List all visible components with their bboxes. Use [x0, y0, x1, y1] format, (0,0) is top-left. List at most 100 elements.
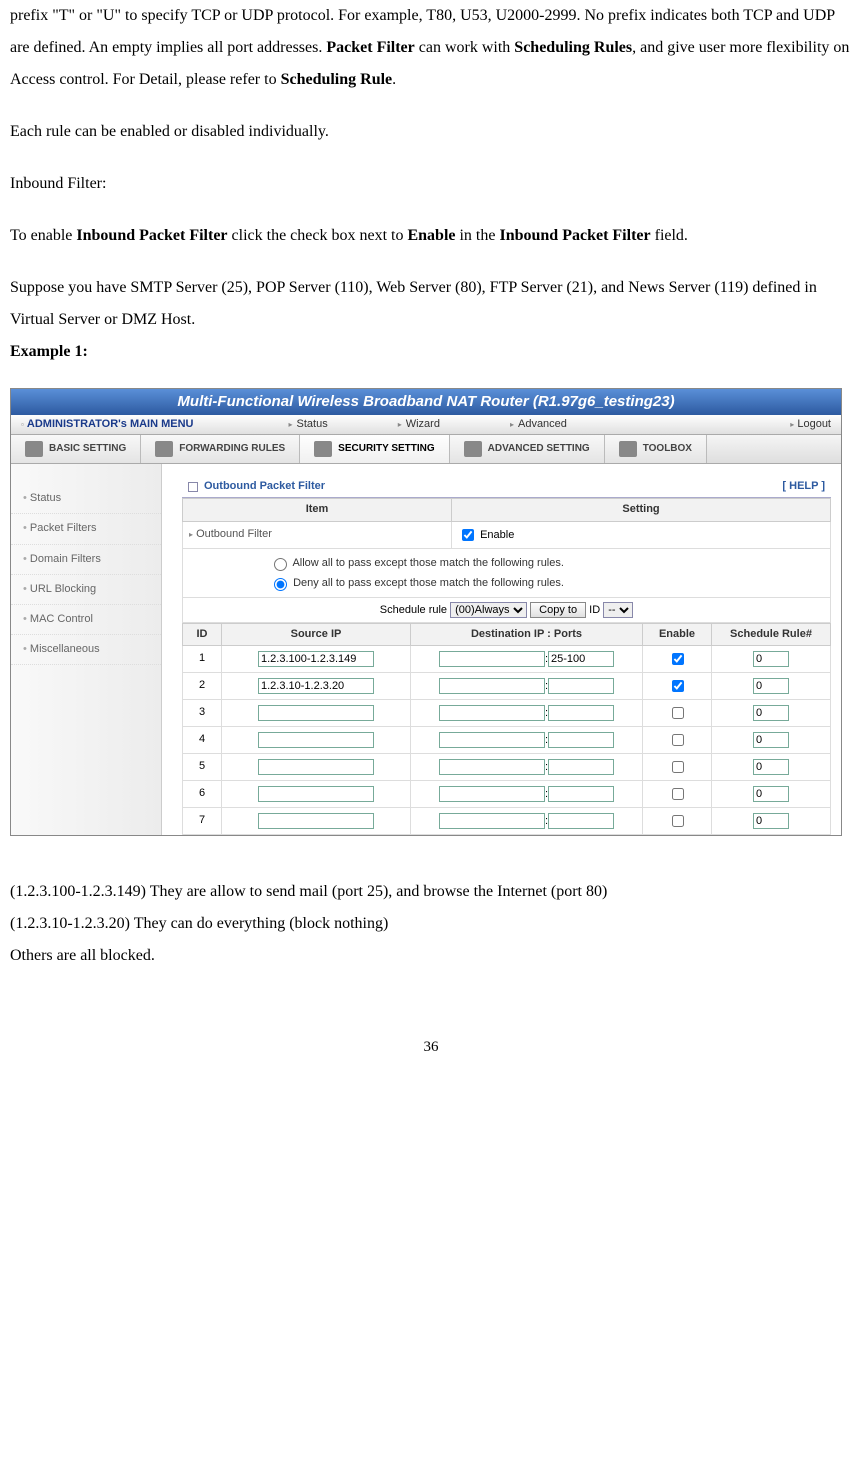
- main-menu-bar: ▫ ADMINISTRATOR's MAIN MENU ▸Status ▸Wiz…: [11, 415, 841, 435]
- dest-port-input[interactable]: [548, 732, 614, 748]
- dest-ip-input[interactable]: [439, 678, 545, 694]
- schedule-rule-input[interactable]: [753, 678, 789, 694]
- sidebar-item-status[interactable]: Status: [11, 484, 161, 514]
- copy-to-button[interactable]: Copy to: [530, 602, 586, 618]
- rule-enable-checkbox[interactable]: [672, 761, 684, 773]
- paragraph-suppose: Suppose you have SMTP Server (25), POP S…: [10, 272, 852, 336]
- dest-port-input[interactable]: [548, 678, 614, 694]
- rule-enable-checkbox[interactable]: [672, 815, 684, 827]
- rule-enable-checkbox[interactable]: [672, 734, 684, 746]
- paragraph-port-prefix: prefix "T" or "U" to specify TCP or UDP …: [10, 0, 852, 96]
- rules-table: ID Source IP Destination IP : Ports Enab…: [182, 623, 831, 835]
- paragraph-inbound-label: Inbound Filter:: [10, 168, 852, 200]
- dest-port-input[interactable]: [548, 759, 614, 775]
- paragraph-enable-inbound: To enable Inbound Packet Filter click th…: [10, 220, 852, 252]
- source-ip-input[interactable]: [258, 786, 374, 802]
- dest-ip-input[interactable]: [439, 732, 545, 748]
- paragraph-enable-disable: Each rule can be enabled or disabled ind…: [10, 116, 852, 148]
- schedule-rule-input[interactable]: [753, 813, 789, 829]
- source-ip-input[interactable]: [258, 732, 374, 748]
- table-row: 7:: [183, 807, 831, 834]
- schedule-rule-input[interactable]: [753, 759, 789, 775]
- sidebar-item-mac-control[interactable]: MAC Control: [11, 605, 161, 635]
- enable-checkbox[interactable]: [462, 529, 474, 541]
- dest-port-input[interactable]: [548, 705, 614, 721]
- schedule-rule-label: Schedule rule: [380, 604, 447, 616]
- schedule-rule-select[interactable]: (00)Always: [450, 602, 527, 618]
- security-icon: [314, 441, 332, 457]
- panel-title: Outbound Packet Filter: [204, 480, 325, 493]
- tab-advanced-setting[interactable]: ADVANCED SETTING: [450, 435, 605, 463]
- rules-col-source: Source IP: [222, 623, 411, 645]
- source-ip-input[interactable]: [258, 705, 374, 721]
- table-row: 2:: [183, 672, 831, 699]
- admin-menu-label: ADMINISTRATOR's MAIN MENU: [27, 418, 194, 431]
- rule-id: 3: [183, 699, 222, 726]
- dest-port-input[interactable]: [548, 651, 614, 667]
- rules-col-enable: Enable: [643, 623, 712, 645]
- rule-id: 6: [183, 780, 222, 807]
- sidebar-item-miscellaneous[interactable]: Miscellaneous: [11, 635, 161, 665]
- arrow-icon: ▸: [790, 420, 794, 429]
- source-ip-input[interactable]: [258, 759, 374, 775]
- square-icon: [188, 482, 198, 492]
- schedule-rule-input[interactable]: [753, 786, 789, 802]
- radio-allow[interactable]: [274, 558, 287, 571]
- after-para-2: (1.2.3.10-1.2.3.20) They can do everythi…: [10, 908, 852, 940]
- rules-col-sched: Schedule Rule#: [712, 623, 831, 645]
- config-table: Item Setting ▸ Outbound Filter Enable Al…: [182, 498, 831, 622]
- arrow-icon: ▸: [289, 420, 293, 430]
- schedule-rule-input[interactable]: [753, 732, 789, 748]
- dest-ip-input[interactable]: [439, 786, 545, 802]
- rule-enable-checkbox[interactable]: [672, 707, 684, 719]
- arrow-icon: ▸: [398, 420, 402, 430]
- table-row: 4:: [183, 726, 831, 753]
- basic-icon: [25, 441, 43, 457]
- dest-port-input[interactable]: [548, 786, 614, 802]
- menu-logout[interactable]: ▸ Logout: [790, 418, 831, 431]
- after-para-3: Others are all blocked.: [10, 940, 852, 972]
- help-link[interactable]: [ HELP ]: [782, 480, 825, 493]
- sidebar-item-domain-filters[interactable]: Domain Filters: [11, 545, 161, 575]
- tab-basic-setting[interactable]: BASIC SETTING: [11, 435, 141, 463]
- radio-deny[interactable]: [274, 578, 287, 591]
- content-panel: Outbound Packet Filter [ HELP ] Item Set…: [162, 464, 841, 835]
- outbound-filter-label: Outbound Filter: [196, 528, 272, 540]
- table-row: 6:: [183, 780, 831, 807]
- tab-security-setting[interactable]: SECURITY SETTING: [300, 435, 450, 463]
- square-icon: ▫: [21, 420, 24, 430]
- dest-ip-input[interactable]: [439, 705, 545, 721]
- rule-id: 7: [183, 807, 222, 834]
- menu-advanced[interactable]: ▸Advanced: [510, 418, 567, 431]
- dest-ip-input[interactable]: [439, 651, 545, 667]
- toolbox-icon: [619, 441, 637, 457]
- table-row: 3:: [183, 699, 831, 726]
- rule-id: 1: [183, 645, 222, 672]
- col-setting: Setting: [452, 499, 831, 521]
- rule-id: 2: [183, 672, 222, 699]
- schedule-rule-input[interactable]: [753, 705, 789, 721]
- example-label: Example 1:: [10, 336, 852, 368]
- rule-enable-checkbox[interactable]: [672, 653, 684, 665]
- menu-wizard[interactable]: ▸Wizard: [398, 418, 440, 431]
- source-ip-input[interactable]: [258, 678, 374, 694]
- table-row: 5:: [183, 753, 831, 780]
- menu-status[interactable]: ▸Status: [289, 418, 328, 431]
- id-select[interactable]: --: [603, 602, 633, 618]
- rule-enable-checkbox[interactable]: [672, 680, 684, 692]
- source-ip-input[interactable]: [258, 651, 374, 667]
- sidebar-item-packet-filters[interactable]: Packet Filters: [11, 514, 161, 544]
- table-row: 1:: [183, 645, 831, 672]
- router-screenshot: Multi-Functional Wireless Broadband NAT …: [10, 388, 842, 836]
- schedule-rule-input[interactable]: [753, 651, 789, 667]
- dest-port-input[interactable]: [548, 813, 614, 829]
- sidebar-item-url-blocking[interactable]: URL Blocking: [11, 575, 161, 605]
- tab-forwarding-rules[interactable]: FORWARDING RULES: [141, 435, 300, 463]
- dest-ip-input[interactable]: [439, 759, 545, 775]
- dest-ip-input[interactable]: [439, 813, 545, 829]
- forwarding-icon: [155, 441, 173, 457]
- tab-toolbox[interactable]: TOOLBOX: [605, 435, 707, 463]
- rule-id: 5: [183, 753, 222, 780]
- rule-enable-checkbox[interactable]: [672, 788, 684, 800]
- source-ip-input[interactable]: [258, 813, 374, 829]
